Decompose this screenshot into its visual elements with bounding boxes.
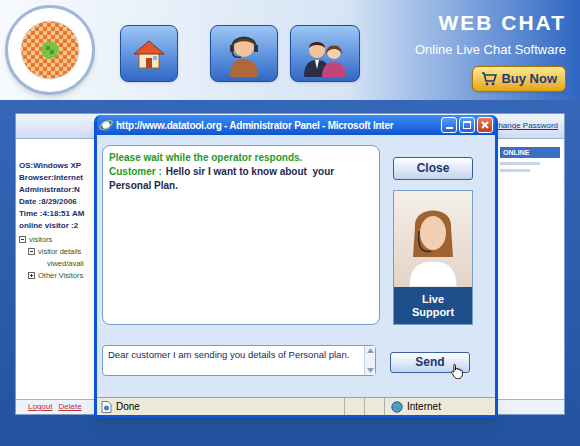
message-sender: Customer : [109,166,162,177]
message-input[interactable]: Dear customer I am sending you details o… [102,345,376,376]
chat-transcript: Please wait while the operator responds.… [102,145,380,325]
home-button[interactable] [120,25,178,82]
compose-row: Dear customer I am sending you details o… [97,345,495,376]
tree-item[interactable]: viwed/avail [19,259,92,268]
tree-label: visitor details [38,247,81,256]
brand-subtitle: Online Live Chat Software [415,42,566,58]
message-input-text[interactable]: Dear customer I am sending you details o… [103,346,364,375]
logo[interactable] [0,0,100,100]
hand-cursor-icon [449,362,465,381]
header: WEB CHAT Online Live Chat Software Buy N… [0,0,580,100]
toggle-line [31,274,32,277]
chat-row: Please wait while the operator responds.… [97,145,495,325]
chat-window[interactable]: http://www.datatool.org - Administrator … [94,115,498,418]
minimize-button[interactable] [441,117,457,133]
status-cell [365,398,385,415]
admin-sidebar: OS:Windows XP Browser:Internet Administrat… [16,139,92,399]
footer-link[interactable]: Logout [28,402,52,412]
window-title: http://www.datatool.org - Administrator … [116,119,438,132]
info-list: OS:Windows XP Browser:Internet Administrat… [19,161,92,231]
change-password-link[interactable]: Change Password [493,121,558,131]
browser-icon [99,118,113,132]
tree-spacer [37,260,44,267]
online-panel: ONLINE [500,139,564,399]
tree-item[interactable]: visitors [19,235,92,244]
online-row [500,169,530,172]
photo-block [394,191,472,287]
live-support-label: Live Support [407,293,459,319]
window-controls [441,117,495,133]
status-text: Done [116,401,140,413]
close-window-button[interactable] [477,117,493,133]
live-support-banner: Live Support [394,287,472,324]
scroll-down-icon[interactable] [367,368,374,373]
users-icon [302,31,348,77]
home-icon [131,37,167,71]
chat-side: Close Live Support [393,145,473,325]
online-header: ONLINE [500,147,560,158]
tree-item[interactable]: Other Visitors [19,271,92,280]
info-line: Browser:Internet [19,173,92,183]
status-zone: Internet [385,398,495,415]
status-bar: Done Internet [97,397,495,415]
toggle-line [30,251,33,252]
info-line: Date :8/29/2006 [19,197,92,207]
page-icon [101,401,112,413]
operator-headset-icon [224,31,264,77]
cart-icon [481,72,497,86]
users-button[interactable] [290,25,360,82]
chat-message: Customer :Hello sir I want to know about… [109,165,373,193]
send-button-label: Send [415,355,444,370]
status-left: Done [97,398,345,415]
visitor-tree: visitors visitor details viwed/avail Other … [19,235,92,280]
buy-now-label: Buy Now [501,71,557,87]
app-screen: WEB CHAT Online Live Chat Software Buy N… [0,0,580,446]
message-list: Customer :Hello sir I want to know about… [109,165,373,193]
logo-icon [5,5,95,95]
tree-label: viwed/avail [47,259,84,268]
collapse-icon[interactable] [28,248,35,255]
send-button[interactable]: Send [390,352,470,373]
minimize-icon [446,127,453,129]
operator-button[interactable] [210,25,278,82]
info-line: online visitor :2 [19,221,92,231]
zone-text: Internet [407,401,441,413]
close-x-icon [481,121,489,129]
tree-item[interactable]: visitor details [19,247,92,256]
info-line: Time :4:18:51 AM [19,209,92,219]
chat-body: Please wait while the operator responds.… [97,135,495,397]
online-label: ONLINE [503,148,557,157]
online-row [500,162,540,165]
tree-label: visitors [29,235,52,244]
agent-photo-icon [401,197,465,287]
close-button[interactable]: Close [393,157,473,180]
info-line: Administrator:N [19,185,92,195]
tree-label: Other Visitors [38,271,83,280]
expand-icon[interactable] [28,272,35,279]
nav-bar [100,0,360,82]
scroll-up-icon[interactable] [367,348,374,353]
input-scrollbar[interactable] [364,346,375,375]
close-button-label: Close [417,161,450,176]
collapse-icon[interactable] [19,236,26,243]
brand-title: WEB CHAT [438,10,566,36]
globe-icon [391,401,403,413]
buy-now-button[interactable]: Buy Now [472,66,566,92]
maximize-button[interactable] [459,117,475,133]
support-photo: Live Support [393,190,473,325]
status-message: Please wait while the operator responds. [109,151,373,165]
title-bar: http://www.datatool.org - Administrator … [97,115,495,135]
toggle-line [21,239,24,240]
maximize-icon [463,121,471,129]
footer-link[interactable]: Delete [58,402,81,412]
status-cell [345,398,365,415]
brand-area: WEB CHAT Online Live Chat Software Buy N… [385,0,580,92]
info-line: OS:Windows XP [19,161,92,171]
